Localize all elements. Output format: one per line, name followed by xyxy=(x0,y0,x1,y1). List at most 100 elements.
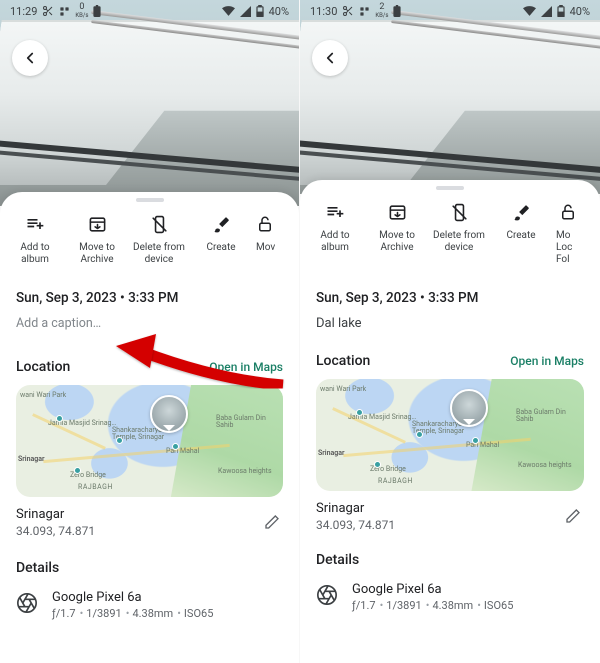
map-label: wani Wari Park xyxy=(20,391,66,399)
map-label: Srinagar xyxy=(318,449,345,457)
photo-preview[interactable] xyxy=(300,0,600,194)
edit-location-button[interactable] xyxy=(261,511,283,533)
location-title: Location xyxy=(316,353,370,369)
aperture-icon xyxy=(16,592,38,614)
back-button[interactable] xyxy=(12,40,48,76)
battery-pct: 40% xyxy=(570,5,590,18)
location-map[interactable]: wani Wari Park Jamia Masjid Srinag… Shan… xyxy=(316,379,584,491)
lock-icon xyxy=(254,212,276,236)
device-meta: ƒ/1.7 1/3891 4.38mm ISO65 xyxy=(52,607,213,620)
open-in-maps-link[interactable]: Open in Maps xyxy=(209,360,283,374)
action-label: Mov xyxy=(254,242,276,254)
location-city: Srinagar xyxy=(16,507,95,522)
action-row: Add to album Move to Archive Delete from… xyxy=(0,204,299,276)
aperture-icon xyxy=(316,584,338,606)
location-map[interactable]: wani Wari Park Jamia Masjid Srinag… Shan… xyxy=(16,385,283,497)
archive-icon xyxy=(66,212,128,236)
battery-saver-icon xyxy=(393,5,401,17)
status-time: 11:30 xyxy=(310,5,337,18)
device-name: Google Pixel 6a xyxy=(52,590,213,605)
battery-saver-icon xyxy=(93,5,101,17)
location-city: Srinagar xyxy=(316,501,395,516)
edit-location-button[interactable] xyxy=(562,505,584,527)
action-create[interactable]: Create xyxy=(490,196,552,266)
brush-icon xyxy=(490,200,552,224)
status-bar: 11:30 2KB/s 40% xyxy=(300,0,600,22)
action-label: Delete from device xyxy=(128,242,190,266)
battery-icon xyxy=(557,5,565,17)
app-icon xyxy=(359,6,370,17)
wifi-icon xyxy=(523,6,536,16)
battery-icon xyxy=(256,5,264,17)
action-delete-from-device[interactable]: Delete from device xyxy=(128,208,190,266)
details-title: Details xyxy=(16,560,283,576)
action-label: Move to Archive xyxy=(66,242,128,266)
net-speed: 2KB/s xyxy=(375,3,388,20)
action-add-to-album[interactable]: Add to album xyxy=(4,208,66,266)
back-button[interactable] xyxy=(312,40,348,76)
signal-icon xyxy=(541,6,552,17)
map-pin xyxy=(450,389,488,427)
caption-text[interactable]: Dal lake xyxy=(316,316,584,331)
action-label: Move to Archive xyxy=(366,230,428,254)
map-label: Pari Mahal xyxy=(166,447,199,455)
action-add-to-album[interactable]: Add to album xyxy=(304,196,366,266)
location-coords: 34.093, 74.871 xyxy=(316,518,395,532)
battery-pct: 40% xyxy=(269,5,289,18)
sheet-handle[interactable] xyxy=(436,186,464,190)
device-row: Google Pixel 6a ƒ/1.7 1/3891 4.38mm ISO6… xyxy=(16,590,283,628)
app-icon xyxy=(59,6,70,17)
map-label: Kawoosa heights xyxy=(518,461,572,469)
location-title-row: Location Open in Maps xyxy=(16,359,283,375)
map-label: wani Wari Park xyxy=(320,385,366,393)
net-speed: 0KB/s xyxy=(75,3,88,20)
action-row: Add to album Move to Archive Delete from… xyxy=(300,192,600,276)
no-mobile-icon xyxy=(128,212,190,236)
status-bar: 11:29 0KB/s 40% xyxy=(0,0,299,22)
action-move-locked[interactable]: Mo Loc Fol xyxy=(552,196,582,266)
map-label: Baba Gulam Din Sahib xyxy=(216,415,271,429)
action-label: Create xyxy=(490,230,552,242)
open-in-maps-link[interactable]: Open in Maps xyxy=(510,354,584,368)
action-delete-from-device[interactable]: Delete from device xyxy=(428,196,490,266)
map-label: Srinagar xyxy=(18,455,45,463)
details-title: Details xyxy=(316,552,584,568)
brush-icon xyxy=(190,212,252,236)
action-move-locked[interactable]: Mov xyxy=(252,208,276,266)
map-label: RAJBAGH xyxy=(78,483,113,491)
action-label: Add to album xyxy=(304,230,366,254)
info-sheet: Add to album Move to Archive Delete from… xyxy=(0,192,299,663)
no-mobile-icon xyxy=(428,200,490,224)
device-meta: ƒ/1.7 1/3891 4.38mm ISO65 xyxy=(352,599,513,612)
action-create[interactable]: Create xyxy=(190,208,252,266)
photo-preview[interactable] xyxy=(0,0,299,206)
location-title: Location xyxy=(16,359,70,375)
map-label: Baba Gulam Din Sahib xyxy=(516,409,571,423)
playlist-add-icon xyxy=(304,200,366,224)
location-text-row: Srinagar 34.093, 74.871 xyxy=(316,501,584,532)
scissors-icon xyxy=(42,5,54,17)
photo-date: Sun, Sep 3, 2023 • 3:33 PM xyxy=(16,290,283,306)
map-label: Pari Mahal xyxy=(466,441,499,449)
action-move-to-archive[interactable]: Move to Archive xyxy=(66,208,128,266)
map-label: Kawoosa heights xyxy=(218,467,272,475)
action-move-to-archive[interactable]: Move to Archive xyxy=(366,196,428,266)
location-coords: 34.093, 74.871 xyxy=(16,524,95,538)
photo-date: Sun, Sep 3, 2023 • 3:33 PM xyxy=(316,290,584,306)
location-title-row: Location Open in Maps xyxy=(316,353,584,369)
playlist-add-icon xyxy=(4,212,66,236)
device-name: Google Pixel 6a xyxy=(352,582,513,597)
sheet-handle[interactable] xyxy=(136,198,164,202)
map-pin xyxy=(150,395,188,433)
caption-input[interactable]: Add a caption… xyxy=(16,316,283,331)
action-label: Delete from device xyxy=(428,230,490,254)
screen-after: 11:30 2KB/s 40% Add to album xyxy=(300,0,600,663)
archive-icon xyxy=(366,200,428,224)
device-row: Google Pixel 6a ƒ/1.7 1/3891 4.38mm ISO6… xyxy=(316,582,584,620)
action-label: Mo Loc Fol xyxy=(554,230,582,266)
screen-before: 11:29 0KB/s 40% Add to album xyxy=(0,0,300,663)
scissors-icon xyxy=(342,5,354,17)
map-label: RAJBAGH xyxy=(378,477,413,485)
lock-icon xyxy=(554,200,582,224)
wifi-icon xyxy=(222,6,235,16)
